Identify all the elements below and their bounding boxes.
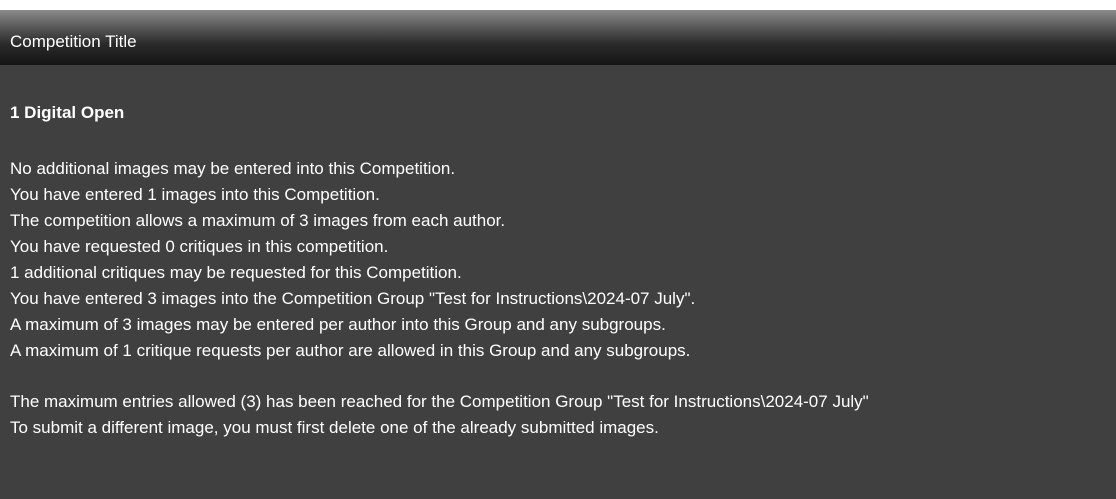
header-bar: Competition Title: [0, 10, 1116, 65]
top-strip: [0, 0, 1116, 10]
limit-message-line: To submit a different image, you must fi…: [10, 418, 659, 437]
competition-status-block: No additional images may be entered into…: [10, 156, 1116, 364]
status-line: A maximum of 1 critique requests per aut…: [10, 341, 691, 360]
status-line: You have requested 0 critiques in this c…: [10, 237, 389, 256]
status-line: 1 additional critiques may be requested …: [10, 263, 462, 282]
status-line: You have entered 1 images into this Comp…: [10, 185, 380, 204]
limit-message-block: The maximum entries allowed (3) has been…: [10, 389, 1116, 441]
status-line: A maximum of 3 images may be entered per…: [10, 315, 666, 334]
status-line: The competition allows a maximum of 3 im…: [10, 211, 506, 230]
competition-info-panel: Competition Title 1 Digital Open No addi…: [0, 0, 1116, 499]
status-line: You have entered 3 images into the Compe…: [10, 289, 696, 308]
content-area: 1 Digital Open No additional images may …: [10, 100, 1116, 441]
competition-name: 1 Digital Open: [10, 103, 125, 122]
limit-message-line: The maximum entries allowed (3) has been…: [10, 392, 869, 411]
header-title: Competition Title: [10, 32, 137, 51]
status-line: No additional images may be entered into…: [10, 159, 456, 178]
